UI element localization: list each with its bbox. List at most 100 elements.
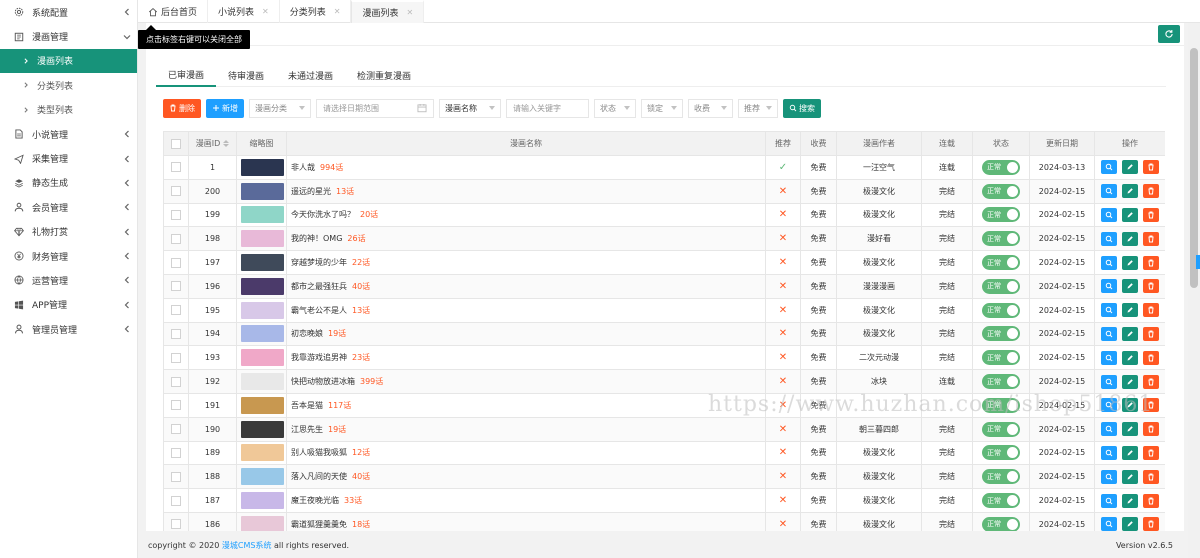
- delete-row-button[interactable]: [1143, 469, 1159, 484]
- comic-name[interactable]: 我靠游戏追男神: [291, 353, 347, 362]
- edit-button[interactable]: [1122, 255, 1138, 270]
- cross-icon[interactable]: ✕: [779, 186, 787, 197]
- comic-name[interactable]: 穿越梦境的少年: [291, 258, 347, 267]
- view-button[interactable]: [1101, 445, 1117, 460]
- view-button[interactable]: [1101, 517, 1117, 531]
- keyword-input[interactable]: 请输入关键字: [506, 98, 589, 118]
- status-toggle[interactable]: 正常: [982, 421, 1020, 437]
- delete-button[interactable]: 删除: [163, 98, 201, 118]
- status-toggle[interactable]: 正常: [982, 445, 1020, 461]
- sidebar-item-2[interactable]: 小说管理: [0, 122, 137, 146]
- page-tab-3[interactable]: 漫画列表 ✕: [351, 0, 425, 23]
- row-checkbox[interactable]: [171, 447, 181, 458]
- review-tab-2[interactable]: 未通过漫画: [276, 63, 345, 87]
- page-tab-1[interactable]: 小说列表 ✕: [208, 0, 280, 23]
- comic-thumbnail[interactable]: [241, 492, 284, 510]
- edit-button[interactable]: [1122, 303, 1138, 318]
- category-select[interactable]: 漫画分类: [249, 98, 311, 118]
- view-button[interactable]: [1101, 160, 1117, 175]
- delete-row-button[interactable]: [1143, 184, 1159, 199]
- view-button[interactable]: [1101, 184, 1117, 199]
- edit-button[interactable]: [1122, 445, 1138, 460]
- row-checkbox[interactable]: [171, 281, 181, 292]
- delete-row-button[interactable]: [1143, 279, 1159, 294]
- brand-link[interactable]: 漫城CMS系统: [222, 541, 272, 550]
- cross-icon[interactable]: ✕: [779, 471, 787, 482]
- comic-thumbnail[interactable]: [241, 158, 284, 176]
- sidebar-item-4[interactable]: 静态生成: [0, 171, 137, 195]
- delete-row-button[interactable]: [1143, 517, 1159, 531]
- delete-row-button[interactable]: [1143, 422, 1159, 437]
- comic-thumbnail[interactable]: [241, 515, 284, 531]
- status-toggle[interactable]: 正常: [982, 326, 1020, 342]
- sidebar-subitem-1-0[interactable]: 漫画列表: [0, 48, 137, 74]
- delete-row-button[interactable]: [1143, 374, 1159, 389]
- row-checkbox[interactable]: [171, 471, 181, 482]
- edit-button[interactable]: [1122, 374, 1138, 389]
- sidebar-item-9[interactable]: APP管理: [0, 293, 137, 317]
- row-checkbox[interactable]: [171, 376, 181, 387]
- sidebar-item-5[interactable]: 会员管理: [0, 195, 137, 219]
- view-button[interactable]: [1101, 279, 1117, 294]
- search-button[interactable]: 搜索: [783, 98, 821, 118]
- row-checkbox[interactable]: [171, 233, 181, 244]
- view-button[interactable]: [1101, 231, 1117, 246]
- cross-icon[interactable]: ✕: [779, 447, 787, 458]
- comic-thumbnail[interactable]: [241, 182, 284, 200]
- cross-icon[interactable]: ✕: [779, 328, 787, 339]
- sidebar-item-6[interactable]: 礼物打赏: [0, 220, 137, 244]
- delete-row-button[interactable]: [1143, 398, 1159, 413]
- close-icon[interactable]: ✕: [406, 8, 413, 17]
- page-tab-2[interactable]: 分类列表 ✕: [280, 0, 352, 23]
- row-checkbox[interactable]: [171, 328, 181, 339]
- edit-button[interactable]: [1122, 279, 1138, 294]
- view-button[interactable]: [1101, 207, 1117, 222]
- delete-row-button[interactable]: [1143, 326, 1159, 341]
- status-toggle[interactable]: 正常: [982, 302, 1020, 318]
- edit-button[interactable]: [1122, 422, 1138, 437]
- edit-button[interactable]: [1122, 469, 1138, 484]
- scrollbar-thumb[interactable]: [1190, 48, 1198, 288]
- comic-name[interactable]: 江思先生: [291, 425, 323, 434]
- delete-row-button[interactable]: [1143, 493, 1159, 508]
- comic-name[interactable]: 魔王夜晚光临: [291, 496, 339, 505]
- comic-thumbnail[interactable]: [241, 230, 284, 248]
- recommend-select[interactable]: 推荐: [738, 98, 778, 118]
- row-checkbox[interactable]: [171, 257, 181, 268]
- lock-select[interactable]: 锁定: [641, 98, 683, 118]
- comic-thumbnail[interactable]: [241, 325, 284, 343]
- status-select[interactable]: 状态: [594, 98, 636, 118]
- comic-thumbnail[interactable]: [241, 444, 284, 462]
- view-button[interactable]: [1101, 374, 1117, 389]
- review-tab-3[interactable]: 检测重复漫画: [345, 63, 423, 87]
- comic-name[interactable]: 初恋晚娘: [291, 329, 323, 338]
- row-checkbox[interactable]: [171, 305, 181, 316]
- view-button[interactable]: [1101, 422, 1117, 437]
- view-button[interactable]: [1101, 326, 1117, 341]
- comic-thumbnail[interactable]: [241, 277, 284, 295]
- check-icon[interactable]: ✓: [779, 162, 787, 173]
- edit-button[interactable]: [1122, 207, 1138, 222]
- sidebar-item-8[interactable]: 运营管理: [0, 268, 137, 292]
- edit-button[interactable]: [1122, 493, 1138, 508]
- edit-button[interactable]: [1122, 184, 1138, 199]
- cross-icon[interactable]: ✕: [779, 233, 787, 244]
- row-checkbox[interactable]: [171, 519, 181, 530]
- sidebar-subitem-1-1[interactable]: 分类列表: [0, 73, 137, 97]
- status-toggle[interactable]: 正常: [982, 516, 1020, 531]
- view-button[interactable]: [1101, 350, 1117, 365]
- comic-thumbnail[interactable]: [241, 373, 284, 391]
- status-toggle[interactable]: 正常: [982, 469, 1020, 485]
- cross-icon[interactable]: ✕: [779, 281, 787, 292]
- review-tab-1[interactable]: 待审漫画: [216, 63, 276, 87]
- page-tab-0[interactable]: 后台首页: [138, 0, 209, 23]
- comic-thumbnail[interactable]: [241, 206, 284, 224]
- delete-row-button[interactable]: [1143, 160, 1159, 175]
- comic-thumbnail[interactable]: [241, 420, 284, 438]
- status-toggle[interactable]: 正常: [982, 207, 1020, 223]
- edit-button[interactable]: [1122, 231, 1138, 246]
- row-checkbox[interactable]: [171, 400, 181, 411]
- delete-row-button[interactable]: [1143, 303, 1159, 318]
- date-range-input[interactable]: 请选择日期范围: [316, 98, 434, 118]
- comic-thumbnail[interactable]: [241, 254, 284, 272]
